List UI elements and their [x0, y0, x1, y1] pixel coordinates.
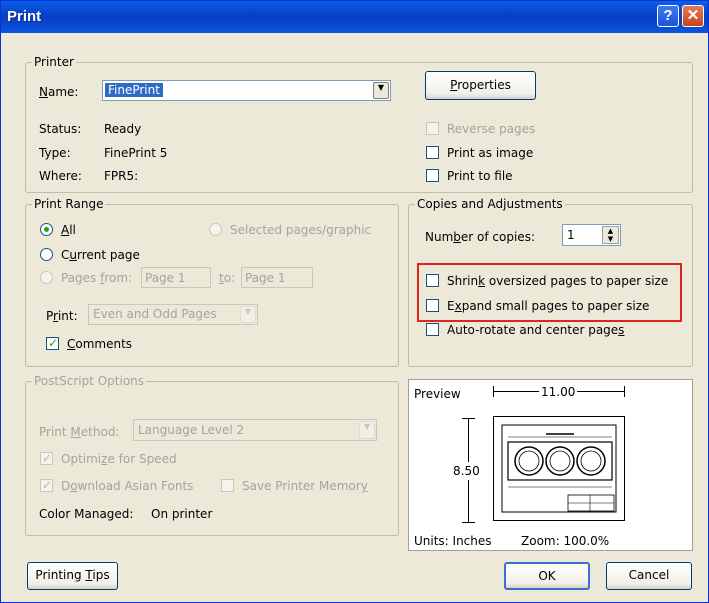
- color-managed-value: On printer: [151, 507, 213, 521]
- check-icon: ✓: [48, 336, 59, 350]
- print-dialog: Print ? ✕ Printer Name: FinePrint ▼ Prop…: [0, 0, 709, 603]
- print-label: Print:: [46, 309, 78, 323]
- ok-button[interactable]: OK: [504, 562, 590, 590]
- type-label: Type:: [39, 146, 71, 160]
- spin-arrows-icon[interactable]: ▲ ▼: [602, 226, 619, 244]
- current-page-radio[interactable]: [40, 248, 53, 261]
- units-label: Units: Inches: [414, 534, 492, 548]
- download-asian-fonts-label: Download Asian Fonts: [61, 479, 194, 493]
- pages-to-value: Page 1: [245, 271, 286, 285]
- preview-label: Preview: [414, 387, 461, 401]
- help-icon[interactable]: ?: [657, 5, 679, 27]
- chevron-down-icon[interactable]: ▼: [240, 306, 256, 323]
- cancel-button[interactable]: Cancel: [606, 562, 692, 590]
- where-label: Where:: [39, 169, 82, 183]
- selected-pages-label: Selected pages/graphic: [230, 223, 372, 237]
- auto-rotate-checkbox[interactable]: [426, 323, 439, 336]
- reverse-pages-checkbox[interactable]: [426, 122, 439, 135]
- comments-label: Comments: [67, 337, 133, 351]
- status-value: Ready: [104, 122, 142, 136]
- postscript-group-title: PostScript Options: [32, 374, 147, 388]
- width-dimension-tick-left: [493, 386, 494, 397]
- chevron-down-icon[interactable]: ▼: [359, 421, 375, 439]
- cancel-button-label: Cancel: [628, 568, 670, 582]
- download-asian-fonts-checkbox[interactable]: ✓: [40, 478, 53, 492]
- check-icon: ✓: [42, 478, 53, 492]
- print-to-file-label: Print to file: [447, 169, 513, 183]
- print-method-value: Language Level 2: [138, 423, 245, 437]
- width-dimension-value: 11.00: [539, 385, 578, 399]
- copies-group-title: Copies and Adjustments: [415, 197, 565, 211]
- printing-tips-button[interactable]: Printing Tips: [27, 562, 118, 590]
- print-method-select[interactable]: Language Level 2 ▼: [133, 419, 377, 441]
- name-label: Name:: [39, 85, 79, 99]
- printing-tips-label: Printing Tips: [35, 568, 110, 582]
- optimize-speed-label: Optimize for Speed: [61, 452, 177, 466]
- shrink-oversized-label: Shrink oversized pages to paper size: [447, 274, 669, 288]
- width-dimension-tick-right: [624, 386, 625, 397]
- height-dimension-tick-bottom: [462, 522, 475, 523]
- auto-rotate-label: Auto-rotate and center pages: [447, 323, 625, 337]
- status-label: Status:: [39, 122, 82, 136]
- print-pages-select[interactable]: Even and Odd Pages ▼: [88, 304, 258, 325]
- pages-to-input[interactable]: Page 1: [241, 267, 313, 288]
- height-dimension-value: 8.50: [453, 462, 480, 480]
- height-dimension-tick-top: [462, 418, 475, 419]
- number-of-copies-value: 1: [567, 228, 575, 242]
- all-label: All: [61, 223, 76, 237]
- reverse-pages-label: Reverse pages: [447, 122, 536, 136]
- printer-name-select[interactable]: FinePrint ▼: [102, 80, 391, 101]
- expand-small-checkbox[interactable]: [426, 299, 439, 312]
- current-page-label: Current page: [61, 248, 140, 262]
- where-value: FPR5:: [104, 169, 139, 183]
- zoom-label: Zoom: 100.0%: [521, 534, 610, 548]
- title-bar[interactable]: Print ? ✕: [1, 1, 708, 33]
- print-method-label: Print Method:: [39, 425, 120, 439]
- optimize-speed-checkbox[interactable]: ✓: [40, 451, 53, 465]
- expand-small-label: Expand small pages to paper size: [447, 299, 650, 313]
- highlight-box: [417, 263, 682, 322]
- properties-button[interactable]: Properties: [425, 71, 536, 100]
- drawing-thumbnail: [501, 424, 617, 513]
- preview-panel: Preview 11.00 8.50 Units: Inches Zoom: 1…: [408, 379, 693, 551]
- properties-button-label: Properties: [450, 78, 511, 92]
- printer-name-value: FinePrint: [105, 83, 163, 97]
- pages-from-value: Page 1: [145, 271, 186, 285]
- shrink-oversized-checkbox[interactable]: [426, 274, 439, 287]
- print-as-image-checkbox[interactable]: [426, 146, 439, 159]
- ok-button-label: OK: [538, 569, 556, 583]
- selected-pages-radio[interactable]: [209, 223, 222, 236]
- print-to-file-checkbox[interactable]: [426, 169, 439, 182]
- color-managed-label: Color Managed:: [39, 507, 134, 521]
- type-value: FinePrint 5: [104, 146, 168, 160]
- comments-checkbox[interactable]: ✓: [46, 336, 59, 350]
- all-radio[interactable]: [40, 223, 53, 236]
- pages-from-label: Pages from:: [61, 271, 133, 285]
- number-of-copies-label: Number of copies:: [425, 230, 535, 244]
- print-range-group-title: Print Range: [32, 197, 106, 211]
- pages-to-label: to:: [219, 271, 236, 285]
- window-title: Print: [7, 8, 42, 25]
- print-as-image-label: Print as image: [447, 146, 534, 160]
- check-icon: ✓: [42, 451, 53, 465]
- chevron-down-icon[interactable]: ▼: [373, 82, 389, 99]
- all-radio-dot: [44, 227, 49, 232]
- page-thumbnail: [493, 416, 625, 521]
- close-icon[interactable]: ✕: [682, 5, 704, 27]
- pages-from-radio[interactable]: [40, 271, 53, 284]
- print-pages-value: Even and Odd Pages: [93, 307, 217, 321]
- save-printer-memory-label: Save Printer Memory: [242, 479, 368, 493]
- pages-from-input[interactable]: Page 1: [141, 267, 211, 288]
- save-printer-memory-checkbox[interactable]: [221, 479, 234, 492]
- number-of-copies-input[interactable]: 1 ▲ ▼: [562, 224, 621, 246]
- printer-group-title: Printer: [32, 55, 76, 69]
